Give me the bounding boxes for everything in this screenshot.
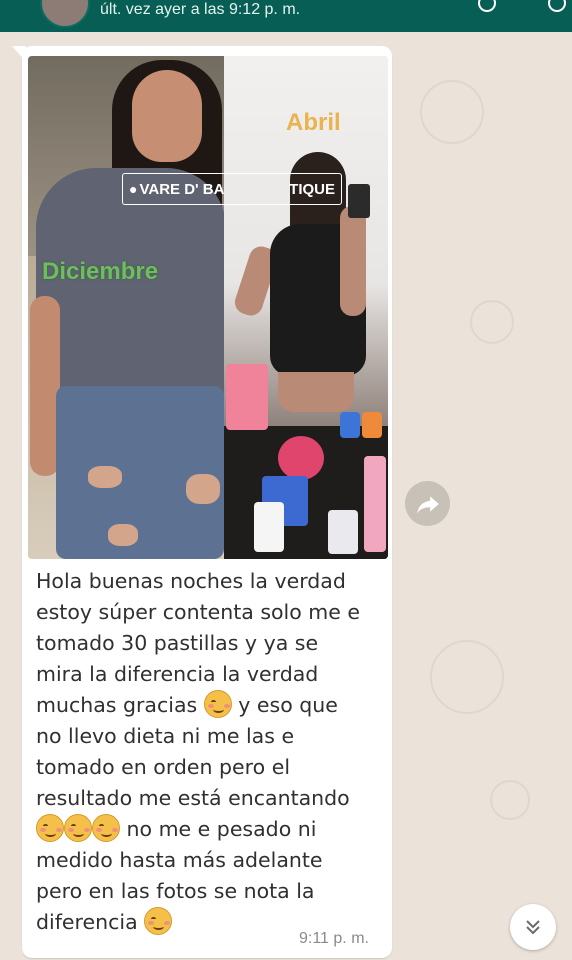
smiling-face-with-blush-icon xyxy=(36,814,64,842)
photo-jar xyxy=(362,412,382,438)
photo-bottle xyxy=(364,456,386,552)
wallpaper-doodle xyxy=(430,640,504,714)
photo-jar xyxy=(340,412,360,438)
message-line: Hola buenas noches la verdad xyxy=(36,569,346,593)
wallpaper-doodle xyxy=(490,780,530,820)
message-timestamp: 9:11 p. m. xyxy=(299,930,369,947)
photo-figure-jeans xyxy=(56,386,224,559)
message-line: tomado en orden pero el xyxy=(36,755,291,779)
message-text: Hola buenas noches la verdad estoy súper … xyxy=(36,566,382,938)
photo-brushes xyxy=(278,436,324,480)
photo-bottle xyxy=(226,364,268,430)
contact-avatar[interactable] xyxy=(40,0,90,28)
wallpaper-doodle xyxy=(470,300,514,344)
photo-jar xyxy=(254,502,284,552)
forward-button[interactable] xyxy=(405,481,450,526)
menu-icon[interactable] xyxy=(548,0,566,12)
message-line: resultado me está encantando xyxy=(36,786,350,810)
photo-figure-arm xyxy=(340,206,366,316)
smiling-face-with-blush-icon xyxy=(144,907,173,935)
photo-phone xyxy=(348,184,370,218)
photo-jeans-rip xyxy=(88,466,122,488)
photo-jeans-rip xyxy=(108,524,138,546)
wallpaper-doodle xyxy=(420,80,484,144)
message-line: muchas gracias xyxy=(36,693,198,717)
chat-header[interactable]: últ. vez ayer a las 9:12 p. m. xyxy=(0,0,572,32)
photo-figure-legs xyxy=(278,372,354,412)
smiling-face-with-blush-icon xyxy=(92,814,120,842)
message-line: mira la diferencia la verdad xyxy=(36,662,319,686)
last-seen-status: últ. vez ayer a las 9:12 p. m. xyxy=(100,1,301,18)
location-pin-icon: ● xyxy=(129,180,138,197)
photo-label-left: Diciembre xyxy=(42,258,159,285)
message-line: medido hasta más adelante xyxy=(36,848,323,872)
smiling-face-with-blush-icon xyxy=(203,690,232,718)
photo-label-right: Abril xyxy=(286,109,341,136)
photo-figure-face xyxy=(132,70,202,162)
photo-jar xyxy=(328,510,358,554)
double-chevron-down-icon xyxy=(526,920,540,935)
message-line: no me e pesado ni xyxy=(126,817,317,841)
location-tag-left: ● VARE D' BA xyxy=(129,181,224,198)
photo-jeans-rip xyxy=(186,474,220,504)
location-text-part2: TIQUE xyxy=(289,180,335,198)
location-text-part1: VARE D' BA xyxy=(139,180,225,198)
message-line: estoy súper contenta solo me e xyxy=(36,600,361,624)
smiling-face-with-blush-icon xyxy=(64,814,92,842)
message-line: y eso que xyxy=(238,693,338,717)
message-line: diferencia xyxy=(36,910,138,934)
message-line: no llevo dieta ni me las e xyxy=(36,724,295,748)
location-tag: ● VARE D' BA TIQUE xyxy=(122,173,342,205)
message-line: tomado 30 pastillas y ya se xyxy=(36,631,319,655)
scroll-to-bottom-button[interactable] xyxy=(510,904,556,950)
forward-arrow-icon xyxy=(416,495,439,514)
call-icon[interactable] xyxy=(478,0,496,12)
message-line: pero en las fotos se nota la xyxy=(36,879,315,903)
